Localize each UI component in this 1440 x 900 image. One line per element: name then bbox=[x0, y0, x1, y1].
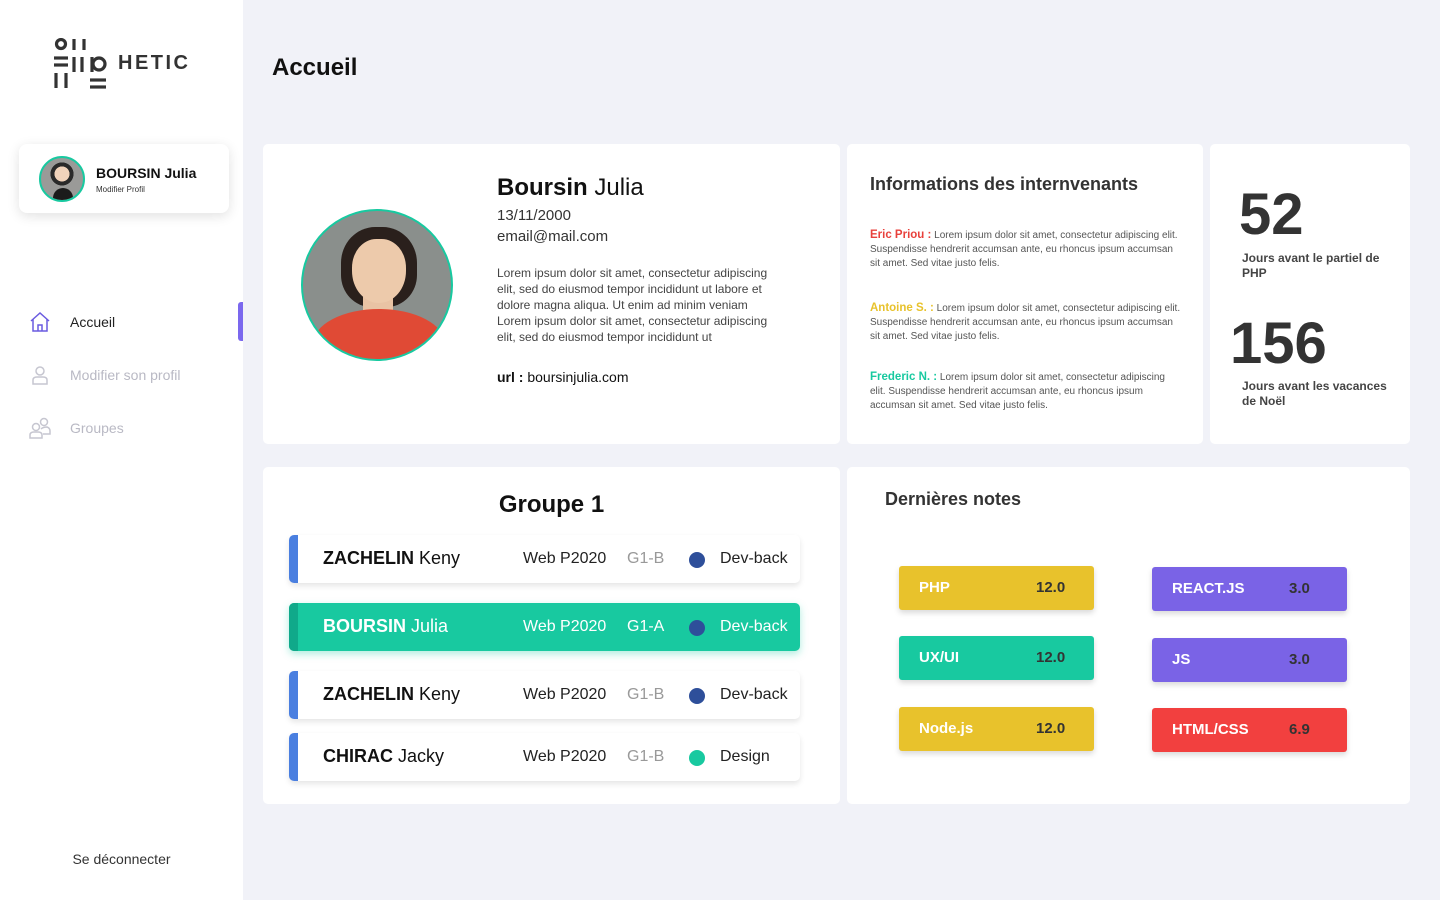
member-promo: Web P2020 bbox=[523, 618, 607, 635]
intervenants-title: Informations des internvenants bbox=[870, 174, 1139, 194]
note-badge-htmlcss[interactable]: HTML/CSS 6.9 bbox=[1152, 708, 1347, 752]
member-subgroup: G1-B bbox=[627, 686, 665, 703]
note-score: 12.0 bbox=[1036, 579, 1066, 596]
profile-url-link[interactable]: boursinjulia.com bbox=[527, 369, 628, 385]
member-name: BOURSIN Julia bbox=[323, 616, 449, 636]
sidebar-item-label: Modifier son profil bbox=[70, 367, 181, 383]
sidebar-item-label: Accueil bbox=[70, 314, 116, 330]
note-score: 3.0 bbox=[1289, 580, 1310, 597]
profile-url: url : boursinjulia.com bbox=[497, 369, 629, 385]
profile-photo bbox=[301, 209, 453, 361]
member-name: ZACHELIN Keny bbox=[323, 548, 461, 568]
active-nav-indicator bbox=[238, 302, 243, 341]
note-subject: JS bbox=[1172, 651, 1191, 668]
note-subject: PHP bbox=[919, 579, 950, 596]
profile-bio: Lorem ipsum dolor sit amet, consectetur … bbox=[497, 266, 768, 344]
member-name: CHIRAC Jacky bbox=[323, 746, 445, 766]
notes-title: Dernières notes bbox=[885, 489, 1022, 509]
member-subgroup: G1-B bbox=[627, 748, 665, 765]
profile-email: email@mail.com bbox=[497, 228, 609, 245]
sidebar-item-label: Groupes bbox=[70, 420, 124, 436]
profile-birthdate: 13/11/2000 bbox=[497, 207, 571, 224]
intervenant-item: Antoine S. : Lorem ipsum dolor sit amet,… bbox=[870, 302, 1181, 342]
intervenant-item: Frederic N. : Lorem ipsum dolor sit amet… bbox=[870, 371, 1165, 411]
intervenant-item: Eric Priou : Lorem ipsum dolor sit amet,… bbox=[870, 229, 1178, 269]
page-title: Accueil bbox=[272, 54, 358, 81]
edit-profile-link[interactable]: Modifier Profil bbox=[96, 185, 145, 194]
sidebar-item-modifier-profil[interactable]: Modifier son profil bbox=[28, 360, 243, 390]
group-member-row-active[interactable]: BOURSIN Julia Web P2020 G1-A Dev-back bbox=[289, 603, 800, 651]
track-dot-icon bbox=[689, 552, 705, 568]
intervenants-card: Informations des internvenants Eric Prio… bbox=[847, 144, 1203, 444]
user-icon bbox=[28, 363, 52, 387]
note-subject: REACT.JS bbox=[1172, 580, 1245, 597]
group-member-row[interactable]: CHIRAC Jacky Web P2020 G1-B Design bbox=[289, 733, 800, 781]
countdown-value-partiel: 52 bbox=[1239, 182, 1304, 247]
group-card: Groupe 1 ZACHELIN Keny Web P2020 G1-B De… bbox=[263, 467, 840, 804]
track-dot-icon bbox=[689, 750, 705, 766]
notes-card: Dernières notes PHP 12.0 UX/UI 12.0 Node… bbox=[847, 467, 1410, 804]
member-promo: Web P2020 bbox=[523, 686, 607, 703]
note-badge-reactjs[interactable]: REACT.JS 3.0 bbox=[1152, 567, 1347, 611]
home-icon bbox=[28, 310, 52, 334]
note-badge-php[interactable]: PHP 12.0 bbox=[899, 566, 1094, 610]
track-dot-icon bbox=[689, 620, 705, 636]
sidebar-item-groupes[interactable]: Groupes bbox=[28, 413, 243, 443]
note-badge-nodejs[interactable]: Node.js 12.0 bbox=[899, 707, 1094, 751]
member-track: Design bbox=[720, 748, 770, 765]
countdown-label-partiel: Jours avant le partiel de PHP bbox=[1242, 251, 1380, 280]
member-track: Dev-back bbox=[720, 686, 788, 703]
countdown-label-vacances: Jours avant les vacances de Noël bbox=[1242, 379, 1387, 408]
member-track: Dev-back bbox=[720, 618, 788, 635]
group-member-row[interactable]: ZACHELIN Keny Web P2020 G1-B Dev-back bbox=[289, 535, 800, 583]
sidebar-item-accueil[interactable]: Accueil bbox=[28, 307, 243, 337]
member-subgroup: G1-A bbox=[627, 618, 665, 635]
sidebar: HETIC BOURSIN Julia Modifier Profil Accu… bbox=[0, 0, 243, 900]
note-subject: HTML/CSS bbox=[1172, 721, 1249, 738]
track-dot-icon bbox=[689, 688, 705, 704]
group-title: Groupe 1 bbox=[498, 491, 605, 518]
member-name: ZACHELIN Keny bbox=[323, 684, 461, 704]
note-score: 12.0 bbox=[1036, 649, 1066, 666]
profile-card[interactable]: BOURSIN Julia Modifier Profil bbox=[19, 144, 229, 213]
group-icon bbox=[28, 416, 52, 440]
countdown-card: 52 Jours avant le partiel de PHP 156 Jou… bbox=[1210, 144, 1410, 444]
member-promo: Web P2020 bbox=[523, 550, 607, 567]
note-badge-uxui[interactable]: UX/UI 12.0 bbox=[899, 636, 1094, 680]
profile-detail-card: Boursin Julia 13/11/2000 email@mail.com … bbox=[263, 144, 840, 444]
member-track: Dev-back bbox=[720, 550, 788, 567]
profile-full-name: Boursin Julia bbox=[497, 174, 644, 201]
brand-name: HETIC bbox=[118, 52, 191, 74]
countdown-value-vacances: 156 bbox=[1230, 311, 1327, 376]
avatar bbox=[39, 156, 85, 202]
profile-name: BOURSIN Julia bbox=[96, 165, 197, 181]
note-score: 3.0 bbox=[1289, 651, 1310, 668]
logout-link[interactable]: Se déconnecter bbox=[0, 851, 243, 867]
note-subject: UX/UI bbox=[919, 649, 960, 666]
note-score: 6.9 bbox=[1289, 721, 1310, 738]
member-promo: Web P2020 bbox=[523, 748, 607, 765]
note-score: 12.0 bbox=[1036, 720, 1066, 737]
group-member-row[interactable]: ZACHELIN Keny Web P2020 G1-B Dev-back bbox=[289, 671, 800, 719]
note-subject: Node.js bbox=[919, 720, 974, 737]
member-subgroup: G1-B bbox=[627, 550, 665, 567]
note-badge-js[interactable]: JS 3.0 bbox=[1152, 638, 1347, 682]
